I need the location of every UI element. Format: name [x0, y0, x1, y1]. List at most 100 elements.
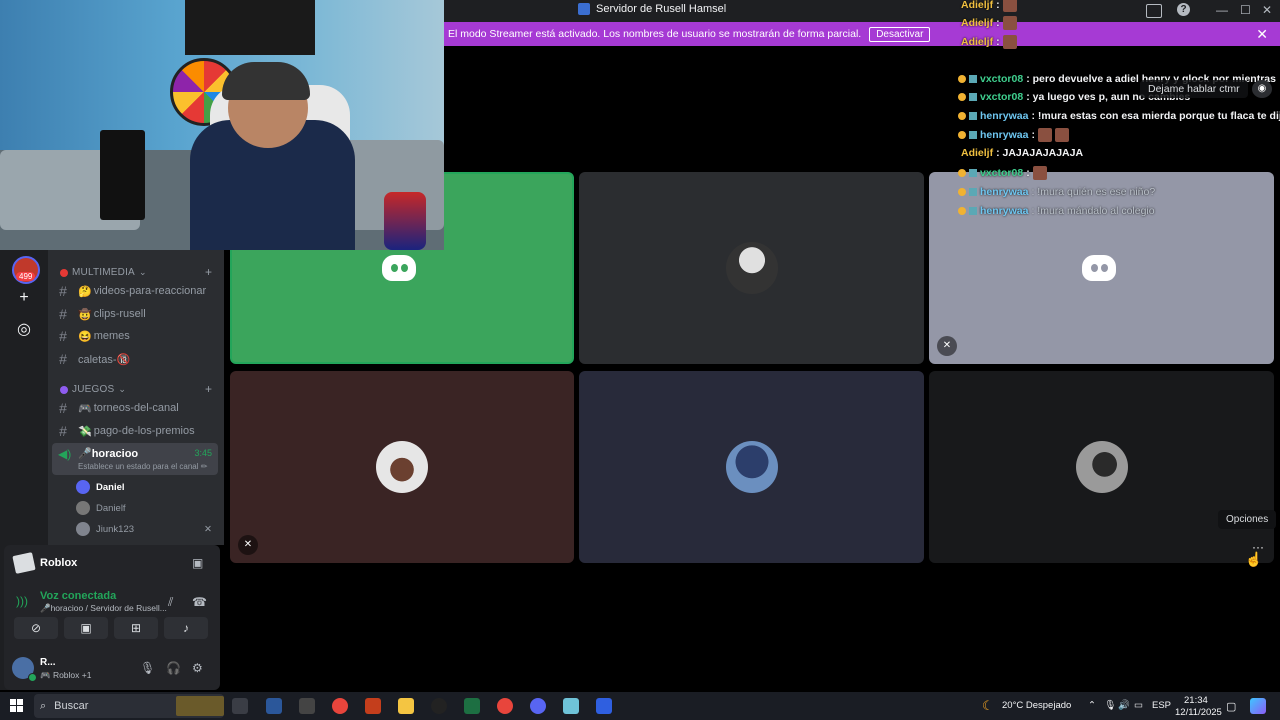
activity-name: Roblox: [40, 557, 78, 569]
window-title: Servidor de Rusell Hamsel: [578, 3, 726, 15]
chat-text: : !mura quién es ese niño?: [1031, 186, 1156, 198]
activities-button[interactable]: ⊞: [114, 617, 158, 639]
screen-share-icon[interactable]: ▣: [192, 556, 203, 570]
speaking-overlay-label: Dejame hablar ctmr: [1140, 80, 1248, 98]
weather-text[interactable]: 20°C Despejado: [1002, 700, 1071, 711]
chrome-icon[interactable]: [332, 698, 348, 714]
channel-name: caletas-🔞: [78, 353, 131, 366]
powerpoint-icon[interactable]: [365, 698, 381, 714]
text-channel[interactable]: # 🎮 torneos-del-canal: [56, 398, 216, 418]
chrome-profile-icon[interactable]: [497, 698, 513, 714]
text-channel[interactable]: # caletas-🔞: [56, 349, 216, 369]
channel-emoji: 🤔: [78, 285, 92, 298]
chat-username: henrywaa: [980, 205, 1029, 217]
video-tile[interactable]: [579, 371, 924, 563]
video-tile[interactable]: [579, 172, 924, 364]
hash-icon: #: [59, 306, 67, 322]
chat-emote: [1037, 128, 1052, 142]
chat-badge-icon: [969, 112, 977, 120]
gear-icon[interactable]: ⚙: [192, 661, 203, 675]
language-indicator[interactable]: ESP: [1152, 700, 1171, 711]
microphone-icon[interactable]: 🎙: [140, 661, 155, 675]
discord-logo-icon: [1081, 253, 1122, 283]
add-server-icon[interactable]: +: [12, 286, 36, 310]
voice-member[interactable]: Daniel: [76, 478, 216, 496]
chat-emote: [1002, 0, 1017, 12]
excel-icon[interactable]: [464, 698, 480, 714]
roblox-icon: [12, 552, 36, 574]
voice-member[interactable]: Danielf: [76, 499, 216, 517]
explore-servers-icon[interactable]: ◎: [12, 318, 36, 342]
muted-mic-icon: ✕: [937, 336, 957, 356]
word-icon[interactable]: [266, 698, 282, 714]
chat-emote: [1002, 16, 1017, 30]
online-status-icon: [28, 673, 37, 682]
add-channel-icon[interactable]: +: [205, 382, 212, 396]
roblox-taskbar-icon[interactable]: [596, 698, 612, 714]
hash-icon: #: [59, 351, 67, 367]
screen-share-button[interactable]: ▣: [64, 617, 108, 639]
chat-message: henrywaa: !mura mándalo al colegio: [958, 205, 1155, 217]
text-channel[interactable]: # 😆 memes: [56, 326, 216, 346]
discord-taskbar-icon[interactable]: [530, 698, 546, 714]
avatar: [76, 480, 90, 494]
username[interactable]: R...: [40, 657, 56, 668]
chat-username: Adieljf: [961, 17, 994, 29]
headphones-icon[interactable]: 🎧: [166, 661, 181, 675]
participant-avatar: [376, 441, 428, 493]
options-tooltip: Opciones: [1218, 510, 1277, 529]
chat-username: Adieljf: [961, 0, 994, 11]
task-view-icon[interactable]: [232, 698, 248, 714]
user-activity: 🎮 Roblox +1: [40, 670, 92, 680]
taskbar-search[interactable]: ⌕ Buscar: [34, 694, 224, 718]
category-multimedia[interactable]: MULTIMEDIA ⌄: [60, 267, 147, 278]
voice-connected-status[interactable]: Voz conectada: [40, 590, 116, 602]
chat-text: : !mura estas con esa mierda porque tu f…: [1031, 110, 1280, 122]
copilot-icon[interactable]: [1250, 698, 1266, 714]
add-channel-icon[interactable]: +: [205, 265, 212, 279]
camera-button[interactable]: ⊘: [14, 617, 58, 639]
voice-channel-active[interactable]: ◀) 🎤horacioo 3:45 Establece un estado pa…: [52, 443, 218, 475]
tray-mic-icon[interactable]: 🎙: [1104, 700, 1116, 711]
clock-date[interactable]: 12/11/2025: [1175, 707, 1222, 718]
text-channel[interactable]: # 🤔 videos-para-reaccionar: [56, 281, 216, 301]
channel-name: videos-para-reaccionar: [93, 285, 207, 297]
subscriber-badge-icon: [958, 131, 966, 139]
hash-icon: #: [59, 400, 67, 416]
deactivate-streamer-button[interactable]: Desactivar: [869, 26, 931, 42]
voice-status-text[interactable]: Establece un estado para el canal ✏: [78, 462, 207, 471]
chat-badge-icon: [969, 131, 977, 139]
clock-time[interactable]: 21:34: [1184, 695, 1208, 706]
category-juegos[interactable]: JUEGOS ⌄: [60, 384, 126, 395]
disconnect-icon[interactable]: ☎: [192, 595, 207, 609]
windows-start-icon[interactable]: [10, 699, 23, 712]
text-channel[interactable]: # 💸 pago-de-los-premios: [56, 421, 216, 441]
obs-icon[interactable]: [431, 698, 447, 714]
chevron-up-icon[interactable]: ⌃: [1088, 700, 1096, 711]
member-name: Daniel: [96, 481, 125, 493]
soundboard-button[interactable]: ♪: [164, 617, 208, 639]
weather-moon-icon: ☾: [982, 698, 994, 713]
chat-text: :: [996, 36, 1000, 48]
volume-icon[interactable]: 🔊: [1118, 700, 1130, 711]
file-explorer-icon[interactable]: [398, 698, 414, 714]
member-name: Jiunk123: [96, 523, 135, 535]
signal-icon[interactable]: ))): [16, 594, 28, 608]
chat-badge-icon: [969, 188, 977, 196]
network-icon[interactable]: ▭: [1134, 700, 1143, 711]
noise-suppression-icon[interactable]: ⫽: [168, 595, 173, 610]
chat-badge-icon: [969, 169, 977, 177]
voice-timer: 3:45: [194, 448, 212, 458]
store-icon[interactable]: [299, 698, 315, 714]
subscriber-badge-icon: [958, 75, 966, 83]
notifications-icon[interactable]: ▢: [1226, 700, 1236, 713]
video-tile[interactable]: ✕: [230, 371, 574, 563]
chat-username: henrywaa: [980, 110, 1029, 122]
chat-text: :: [1031, 129, 1035, 141]
chat-message: Adieljf: JAJAJAJAJAJA: [961, 147, 1083, 159]
video-tile[interactable]: [929, 371, 1274, 563]
app-icon[interactable]: [563, 698, 579, 714]
avatar: [76, 522, 90, 536]
voice-member[interactable]: Jiunk123 ✕: [76, 520, 216, 538]
text-channel[interactable]: # 🤠 clips-rusell: [56, 304, 216, 324]
